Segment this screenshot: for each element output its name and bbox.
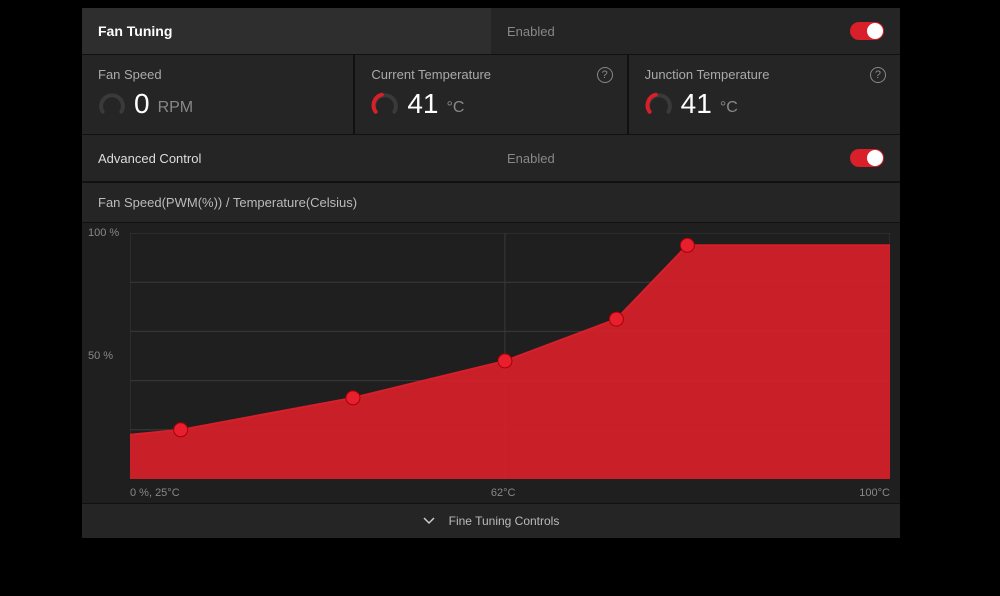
fan-tuning-title-cell: Fan Tuning (82, 8, 491, 54)
gauge-icon (98, 90, 126, 118)
current-temp-metric: ? Current Temperature 41 °C (355, 55, 626, 134)
junction-temp-metric: ? Junction Temperature 41 °C (629, 55, 900, 134)
advanced-control-toggle[interactable] (850, 149, 884, 167)
gauge-icon (371, 90, 399, 118)
x-axis-label: 0 %, 25°C (130, 487, 180, 499)
help-icon[interactable]: ? (597, 67, 613, 83)
fan-tuning-status-cell: Enabled (491, 8, 900, 54)
current-temp-unit: °C (446, 99, 464, 120)
fan-curve-chart[interactable]: 100 % 50 % 0 %, 25°C 62°C 100°C (82, 223, 900, 503)
advanced-status: Enabled (507, 151, 555, 166)
chevron-down-icon (423, 517, 435, 525)
x-axis-label: 100°C (859, 487, 890, 499)
fan-speed-metric: Fan Speed 0 RPM (82, 55, 353, 134)
junction-temp-value: 41 (681, 88, 712, 120)
gauge-icon (645, 90, 673, 118)
x-axis-label: 62°C (491, 487, 516, 499)
fan-speed-value: 0 (134, 88, 150, 120)
y-axis-label: 100 % (88, 227, 119, 239)
junction-temp-label: Junction Temperature (645, 67, 884, 82)
metrics-row: Fan Speed 0 RPM ? Current Temperature 41… (82, 55, 900, 134)
help-icon[interactable]: ? (870, 67, 886, 83)
fan-tuning-toggle[interactable] (850, 22, 884, 40)
fan-tuning-title: Fan Tuning (98, 23, 172, 39)
chart-header: Fan Speed(PWM(%)) / Temperature(Celsius) (82, 182, 900, 223)
fan-tuning-panel: Fan Tuning Enabled Fan Speed 0 RPM ? Cur… (82, 8, 900, 538)
fan-tuning-header: Fan Tuning Enabled (82, 8, 900, 55)
y-axis-label: 50 % (88, 350, 113, 362)
junction-temp-unit: °C (720, 99, 738, 120)
advanced-control-header: Advanced Control Enabled (82, 134, 900, 182)
advanced-status-cell: Enabled (491, 135, 900, 181)
fan-speed-label: Fan Speed (98, 67, 337, 82)
current-temp-label: Current Temperature (371, 67, 610, 82)
fine-tuning-controls-button[interactable]: Fine Tuning Controls (82, 503, 900, 538)
fine-tuning-label: Fine Tuning Controls (449, 514, 560, 528)
current-temp-value: 41 (407, 88, 438, 120)
advanced-control-title: Advanced Control (98, 151, 201, 166)
fan-tuning-status: Enabled (507, 24, 555, 39)
fan-speed-unit: RPM (158, 99, 194, 120)
advanced-title-cell: Advanced Control (82, 135, 491, 181)
